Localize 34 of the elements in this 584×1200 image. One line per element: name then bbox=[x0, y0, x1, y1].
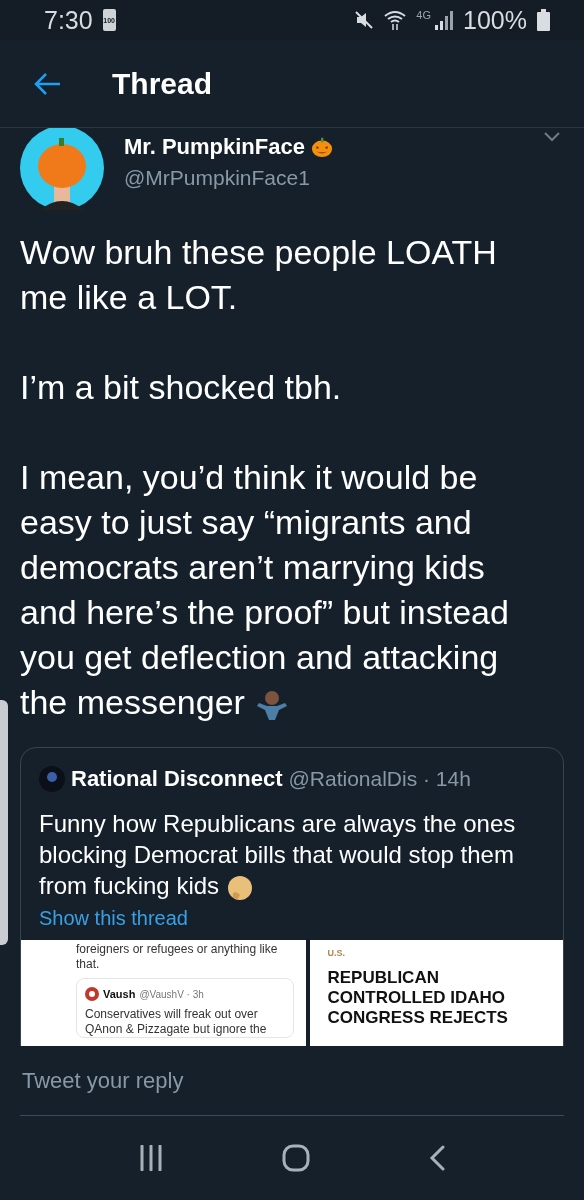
embedded-meta: @VaushV · 3h bbox=[139, 988, 204, 1000]
quoted-tweet-text: Funny how Republicans are always the ones blocking Democrat bills that would stop them from fucking kids bbox=[39, 809, 517, 901]
thinking-face-icon bbox=[227, 874, 254, 901]
article-headline: REPUBLICAN CONTROLLED IDAHO CONGRESS REJECTS bbox=[327, 968, 509, 1028]
embedded-author: Vaush bbox=[103, 988, 136, 1000]
wifi-icon bbox=[384, 9, 407, 31]
reply-field[interactable]: Tweet your reply bbox=[20, 1066, 564, 1095]
tweet-screenshot[interactable]: foreigners or refugees or anything like that. Vaush @VaushV · 3h Conservatives will freak out over QAnon & Pizzagate but ignore the bbox=[21, 940, 306, 1046]
embedded-text: Conservatives will freak out over QAnon & Pizzagate but ignore the bbox=[85, 1007, 268, 1037]
tweet-text: Wow bruh these people LOATH me like a LOT. bbox=[20, 232, 498, 318]
shrug-icon bbox=[254, 688, 289, 722]
page-title: Thread bbox=[112, 66, 213, 101]
mute-icon bbox=[354, 10, 375, 30]
signal-icon bbox=[435, 10, 454, 30]
author-handle: @MrPumpkinFace1 bbox=[124, 166, 311, 190]
tweet-text: I’m a bit shocked tbh. bbox=[20, 367, 343, 408]
battery-icon bbox=[537, 9, 550, 31]
quoted-author-name: Rational Disconnect bbox=[71, 766, 283, 792]
show-thread-link[interactable]: Show this thread bbox=[39, 907, 545, 930]
article-screenshot[interactable]: U.S. REPUBLICAN CONTROLLED IDAHO CONGRESS REJECTS bbox=[309, 940, 563, 1046]
avatar bbox=[39, 766, 65, 792]
quoted-tweet[interactable] bbox=[20, 747, 564, 1046]
screenshot-text: foreigners or refugees or anything like that. bbox=[76, 942, 279, 972]
network-label: 4G bbox=[416, 9, 432, 21]
avatar[interactable] bbox=[20, 128, 104, 210]
author-name[interactable]: Mr. PumpkinFace bbox=[124, 134, 305, 160]
avatar bbox=[85, 987, 99, 1001]
article-section: U.S. bbox=[327, 948, 545, 958]
battery-percent: 100% bbox=[463, 5, 527, 35]
pumpkin-icon bbox=[310, 136, 333, 158]
tweet-text: I mean, you’d think it would be easy to just say “migrants and democrats aren’t marrying kids and here’s the proof” but instead you get deflection and attacking the messenger bbox=[20, 457, 510, 724]
quoted-author-meta: @RationalDis · 14h bbox=[288, 767, 471, 791]
clock: 7:30 bbox=[44, 5, 93, 35]
edge-handle[interactable] bbox=[0, 700, 8, 945]
